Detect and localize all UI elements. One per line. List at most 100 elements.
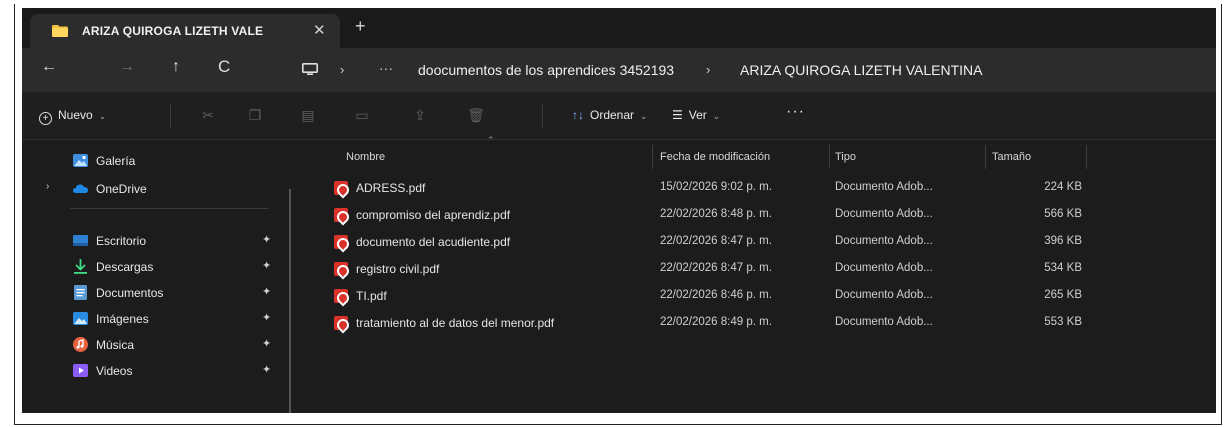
column-header-type[interactable]: Tipo [835,151,856,163]
column-divider[interactable] [985,145,986,169]
sidebar-item-label: Galería [96,154,136,168]
file-size: 265 KB [1044,289,1082,301]
pin-icon[interactable]: ✦ [262,363,271,376]
active-tab[interactable]: ARIZA QUIROGA LIZETH VALE ✕ [30,14,340,48]
file-row[interactable]: tratamiento al de datos del menor.pdf 22… [312,311,1092,335]
file-type: Documento Adob... [835,208,933,220]
sidebar-item-label: Descargas [96,260,154,274]
breadcrumb-more-button[interactable]: ··· [379,60,393,76]
sidebar-item-descargas[interactable]: Descargas ✦ [22,255,292,279]
close-icon[interactable]: ✕ [313,21,326,39]
file-size: 396 KB [1044,235,1082,247]
file-type: Documento Adob... [835,235,933,247]
documents-icon [74,285,87,300]
file-type: Documento Adob... [835,289,933,301]
sidebar-item-videos[interactable]: Videos ✦ [22,359,292,383]
pin-icon[interactable]: ✦ [262,311,271,324]
breadcrumb-separator: › [706,62,711,77]
column-header-name[interactable]: Nombre [346,151,385,163]
rename-icon[interactable]: ▭ [352,105,372,125]
music-icon [73,337,88,352]
address-bar[interactable]: › ··· doocumentos de los aprendices 3452… [292,54,1216,86]
new-tab-button[interactable]: + [355,16,366,37]
pdf-file-icon [334,316,348,330]
sidebar-item-label: Música [96,338,135,352]
view-button[interactable]: ☰ Ver ⌄ [672,108,720,122]
file-type: Documento Adob... [835,316,933,328]
view-label: Ver [688,108,707,122]
videos-icon [73,364,88,377]
back-arrow-icon[interactable]: ← [41,58,57,76]
column-divider[interactable] [652,145,653,169]
toolbar-divider [542,104,543,128]
breadcrumb-folder[interactable]: doocumentos de los aprendices 3452193 [418,62,674,78]
content-area: Galería › OneDrive Escritorio ✦ Descarga… [22,135,1216,413]
pdf-file-icon [334,181,348,195]
gallery-icon [73,154,88,167]
pdf-file-icon [334,262,348,276]
column-header-size[interactable]: Tamaño [992,151,1031,163]
cut-icon[interactable]: ✂ [198,105,218,125]
new-label: Nuevo [58,108,93,122]
file-date: 15/02/2026 9:02 p. m. [660,181,772,193]
file-row[interactable]: compromiso del aprendiz.pdf 22/02/2026 8… [312,203,1092,227]
sidebar-item-musica[interactable]: Música ✦ [22,333,292,357]
breadcrumb-current-folder[interactable]: ARIZA QUIROGA LIZETH VALENTINA [740,62,982,78]
file-type: Documento Adob... [835,181,933,193]
file-type: Documento Adob... [835,262,933,274]
pin-icon[interactable]: ✦ [262,337,271,350]
sort-ascending-icon: ⌃ [487,135,495,145]
sort-button[interactable]: ↑↓ Ordenar ⌄ [572,108,648,122]
delete-icon[interactable]: 🗑 [466,105,486,125]
file-name: ADRESS.pdf [356,181,426,195]
tab-title: ARIZA QUIROGA LIZETH VALE [82,24,264,38]
refresh-icon[interactable]: C [218,57,230,77]
breadcrumb-separator: › [340,62,345,77]
file-size: 553 KB [1044,316,1082,328]
navigation-bar: ← → ↑ C › ··· doocumentos de los aprendi… [22,48,1216,92]
share-icon[interactable]: ⇪ [410,105,430,125]
copy-icon[interactable]: ❐ [245,105,265,125]
plus-icon: + [39,112,52,125]
pin-icon[interactable]: ✦ [262,285,271,298]
pdf-file-icon [334,289,348,303]
pin-icon[interactable]: ✦ [262,259,271,272]
file-list: ⌃ Nombre Fecha de modificación Tipo Tama… [312,135,1216,413]
sidebar-item-label: Imágenes [96,312,149,326]
file-name: TI.pdf [356,289,387,303]
file-date: 22/02/2026 8:49 p. m. [660,316,772,328]
column-divider[interactable] [1086,145,1087,169]
file-row[interactable]: documento del acudiente.pdf 22/02/2026 8… [312,230,1092,254]
column-divider[interactable] [829,145,830,169]
up-arrow-icon[interactable]: ↑ [172,58,180,76]
file-name: documento del acudiente.pdf [356,235,511,249]
chevron-down-icon: ⌄ [98,111,107,121]
onedrive-icon [73,184,88,193]
download-icon [74,259,87,274]
forward-arrow-icon[interactable]: → [119,58,135,76]
sort-label: Ordenar [590,108,635,122]
sidebar-item-galeria[interactable]: Galería [22,149,292,173]
file-row[interactable]: TI.pdf 22/02/2026 8:46 p. m. Documento A… [312,284,1092,308]
pictures-icon [73,312,88,325]
column-header-date[interactable]: Fecha de modificación [660,151,770,163]
sidebar-item-label: OneDrive [96,182,147,196]
pin-icon[interactable]: ✦ [262,233,271,246]
file-row[interactable]: ADRESS.pdf 15/02/2026 9:02 p. m. Documen… [312,176,1092,200]
more-options-button[interactable]: ··· [786,103,805,121]
sidebar-item-escritorio[interactable]: Escritorio ✦ [22,229,292,253]
pane-splitter[interactable] [289,189,291,413]
sidebar-item-onedrive[interactable]: › OneDrive [22,177,292,201]
new-button[interactable]: + Nuevo ⌄ [39,108,106,125]
file-row[interactable]: registro civil.pdf 22/02/2026 8:47 p. m.… [312,257,1092,281]
sidebar-item-documentos[interactable]: Documentos ✦ [22,281,292,305]
file-explorer-window: ARIZA QUIROGA LIZETH VALE ✕ + ← → ↑ C › … [22,8,1216,413]
paste-icon[interactable]: ▤ [298,105,318,125]
file-date: 22/02/2026 8:46 p. m. [660,289,772,301]
pdf-file-icon [334,208,348,222]
folder-icon [52,25,68,37]
sort-icon: ↑↓ [572,108,584,122]
chevron-right-icon[interactable]: › [46,181,49,192]
sidebar-item-imagenes[interactable]: Imágenes ✦ [22,307,292,331]
file-size: 534 KB [1044,262,1082,274]
